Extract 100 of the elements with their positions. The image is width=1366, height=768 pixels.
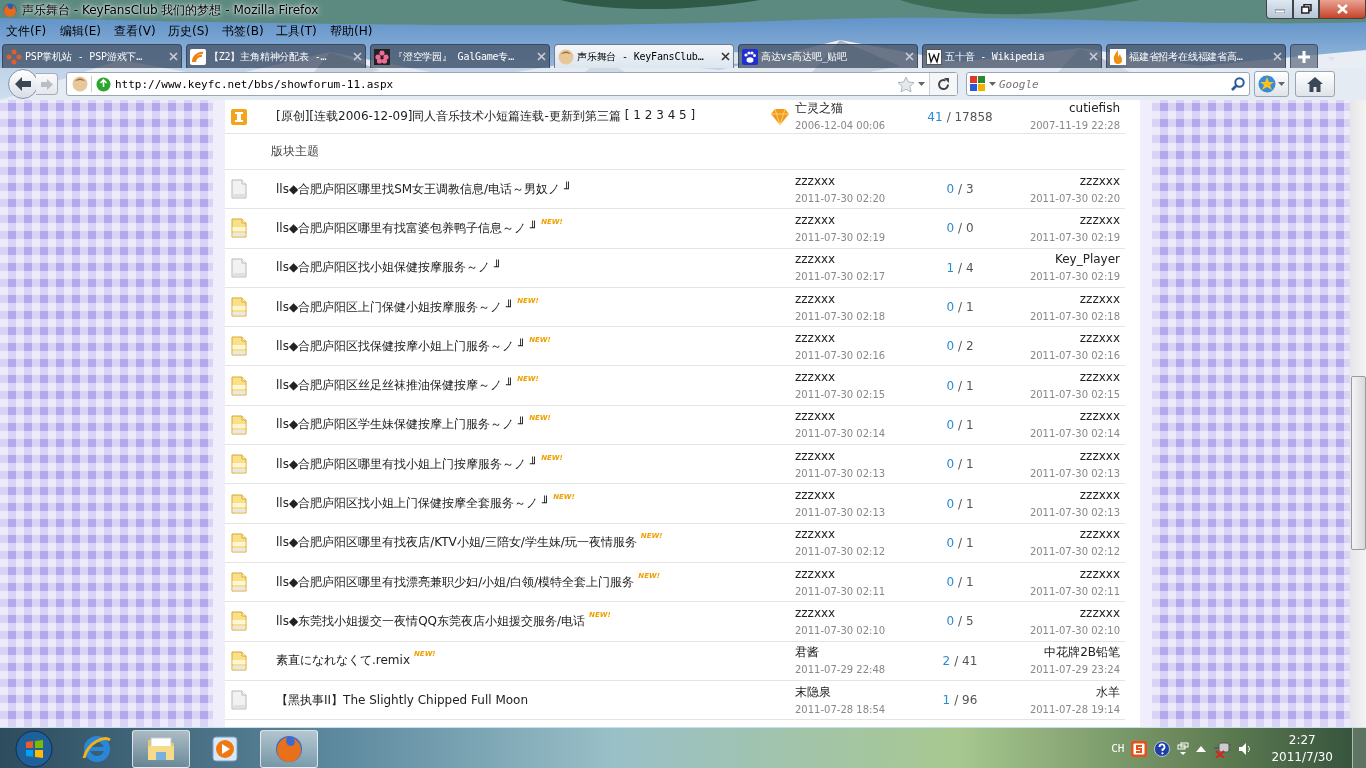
last-poster[interactable]: zzzxxx	[1079, 331, 1120, 345]
author-name[interactable]: zzzxxx	[795, 410, 925, 424]
reply-count: 0	[946, 339, 955, 354]
browser-tab[interactable]: PSP掌机站 - PSP游戏下…	[2, 44, 182, 68]
last-poster[interactable]: cutiefish	[1068, 102, 1120, 115]
last-poster[interactable]: zzzxxx	[1079, 292, 1120, 306]
close-button[interactable]	[1319, 0, 1366, 19]
search-bar[interactable]: Google	[966, 72, 1250, 96]
thread-title[interactable]: 素直になれなくて.remix	[276, 652, 410, 670]
star-icon[interactable]	[898, 76, 914, 92]
last-poster[interactable]: zzzxxx	[1079, 606, 1120, 620]
restore-button[interactable]	[1293, 0, 1319, 19]
last-poster[interactable]: zzzxxx	[1079, 528, 1120, 542]
last-poster[interactable]: zzzxxx	[1079, 410, 1120, 424]
author-name[interactable]: zzzxxx	[795, 489, 925, 502]
thread-title[interactable]: lls◆合肥庐阳区哪里有找富婆包养鸭子信息～ノ ╜	[276, 219, 538, 237]
last-poster[interactable]: zzzxxx	[1079, 174, 1120, 188]
taskbar-app-button[interactable]	[260, 729, 318, 768]
last-post-date: 2011-07-30 02:18	[1029, 310, 1120, 322]
last-post-date: 2011-07-30 02:13	[1029, 467, 1120, 479]
thread-title[interactable]: lls◆合肥庐阳区哪里找SM女王调教信息/电话～男奴ノ ╜	[276, 180, 572, 198]
browser-tab[interactable]: 福建省招考在线福建省高…	[1106, 44, 1286, 68]
search-field[interactable]: Google	[999, 77, 1228, 91]
thread-title[interactable]: lls◆合肥庐阳区找小姐上门保健按摩全套服务～ノ ╜	[276, 495, 550, 512]
taskbar-app-button[interactable]	[132, 729, 190, 768]
caret-icon[interactable]	[989, 82, 996, 86]
input-method-icon[interactable]	[1131, 740, 1148, 757]
thread-title[interactable]: lls◆合肥庐阳区哪里有找夜店/KTV小姐/三陪女/学生妹/玩一夜情服务	[276, 534, 637, 552]
thread-title[interactable]: lls◆合肥庐阳区哪里有找漂亮兼职少妇/小姐/白领/模特全套上门服务	[276, 573, 635, 591]
browser-tab[interactable]: 高达vs高达吧_贴吧	[738, 44, 918, 68]
last-poster[interactable]: zzzxxx	[1079, 567, 1120, 581]
browser-tab[interactable]: 【Z2】主角精神分配表 -…	[186, 44, 366, 68]
menu-item[interactable]: 历史(S)	[162, 22, 216, 40]
menu-item[interactable]: 文件(F)	[0, 22, 54, 40]
thread-title[interactable]: lls◆合肥庐阳区丝足丝袜推油保健按摩～ノ ╜	[276, 377, 514, 395]
browser-tab[interactable]: 五十音 - Wikipedia	[922, 44, 1102, 68]
page-links[interactable]: [ 1 2 3 4 5 ]	[624, 108, 696, 122]
author-name[interactable]: zzzxxx	[795, 331, 925, 345]
thread-title[interactable]: lls◆东莞找小姐援交一夜情QQ东莞夜店小姐援交服务/电话	[276, 612, 586, 630]
browser-tab[interactable]: 『澄空学园』 GalGame专…	[370, 44, 550, 68]
last-poster[interactable]: zzzxxx	[1079, 213, 1120, 227]
last-poster[interactable]: zzzxxx	[1079, 489, 1120, 502]
close-icon[interactable]	[721, 52, 730, 61]
last-poster[interactable]: 水羊	[1096, 685, 1120, 699]
thread-title[interactable]: lls◆合肥庐阳区找小姐保健按摩服务～ノ ╜	[276, 259, 502, 277]
author-name[interactable]: zzzxxx	[795, 528, 925, 542]
menu-item[interactable]: 编辑(E)	[54, 22, 108, 40]
author-name[interactable]: zzzxxx	[795, 292, 925, 306]
author-name[interactable]: 亡灵之猫	[795, 102, 886, 115]
squares-icon[interactable]	[970, 76, 986, 92]
menu-item[interactable]: 查看(V)	[108, 22, 162, 40]
thread-title[interactable]: lls◆合肥庐阳区找保健按摩小姐上门服务～ノ ╜	[276, 337, 526, 355]
author-name[interactable]: zzzxxx	[795, 253, 925, 267]
triangle-icon[interactable]	[1196, 745, 1207, 752]
restore-icon	[1300, 4, 1312, 14]
thread-title[interactable]: lls◆合肥庐阳区上门保健小姐按摩服务～ノ ╜	[276, 298, 514, 316]
clock-button[interactable]: 2:27 2011/7/30	[1267, 733, 1337, 764]
view-count: / 3	[958, 182, 974, 197]
menu-item[interactable]: 工具(T)	[270, 22, 324, 40]
menu-item[interactable]: 书签(B)	[216, 22, 270, 40]
help-icon[interactable]	[1154, 740, 1171, 757]
author-name[interactable]: zzzxxx	[795, 567, 925, 581]
addon-button[interactable]	[1254, 71, 1289, 97]
browser-tab[interactable]: 声乐舞台 - KeyFansClub…	[554, 44, 734, 68]
scrollbar[interactable]	[1350, 100, 1366, 727]
last-poster[interactable]: 中花牌2B铅笔	[1044, 646, 1120, 660]
reply-count: 0	[946, 300, 955, 315]
new-tab-button[interactable]	[1290, 44, 1318, 68]
address-bar[interactable]: http://www.keyfc.net/bbs/showforum-11.aspx	[66, 72, 958, 96]
avatar-icon[interactable]	[72, 76, 88, 92]
minimize-button[interactable]	[1266, 0, 1293, 19]
author-name[interactable]: zzzxxx	[795, 606, 925, 620]
author-name[interactable]: 末隐泉	[795, 685, 925, 699]
menu-item[interactable]: 帮助(H)	[324, 22, 378, 40]
home-button[interactable]	[1295, 71, 1335, 97]
last-post-date: 2011-07-28 19:14	[1029, 703, 1120, 715]
author-name[interactable]: zzzxxx	[795, 174, 925, 188]
thread-title[interactable]: lls◆合肥庐阳区哪里有找小姐上门按摩服务～ノ ╜	[276, 455, 538, 473]
address-field[interactable]: http://www.keyfc.net/bbs/showforum-11.aspx	[115, 77, 894, 91]
thread-title[interactable]: [原创][连载2006-12-09]同人音乐技术小短篇连载-更新到第三篇	[276, 108, 621, 125]
reply-count: 0	[946, 182, 955, 197]
last-poster[interactable]: zzzxxx	[1079, 371, 1120, 385]
last-post-date: 2011-07-30 02:20	[1029, 192, 1120, 204]
thread-title[interactable]: 【黑执事II】The Slightly Chipped Full Moon	[276, 691, 529, 709]
thread-title[interactable]: lls◆合肥庐阳区学生妹保健按摩上门服务～ノ ╜	[276, 416, 526, 434]
last-poster[interactable]: zzzxxx	[1079, 449, 1120, 463]
last-poster[interactable]: Key_Player	[1054, 253, 1120, 267]
post-date: 2011-07-30 02:13	[795, 467, 887, 479]
author-name[interactable]: zzzxxx	[795, 449, 925, 463]
speaker-icon[interactable]	[1238, 741, 1253, 756]
author-name[interactable]: zzzxxx	[795, 213, 925, 227]
author-name[interactable]: 君酱	[795, 646, 925, 660]
close-icon	[1337, 4, 1348, 14]
search-icon[interactable]	[1231, 77, 1245, 91]
power-plug-icon[interactable]	[1213, 739, 1232, 758]
show-desktop-button[interactable]	[1352, 728, 1366, 768]
author-name[interactable]: zzzxxx	[795, 371, 925, 385]
windows-stack-icon[interactable]	[1177, 741, 1190, 756]
caret-icon[interactable]	[918, 82, 925, 86]
reload-button[interactable]	[929, 73, 957, 95]
